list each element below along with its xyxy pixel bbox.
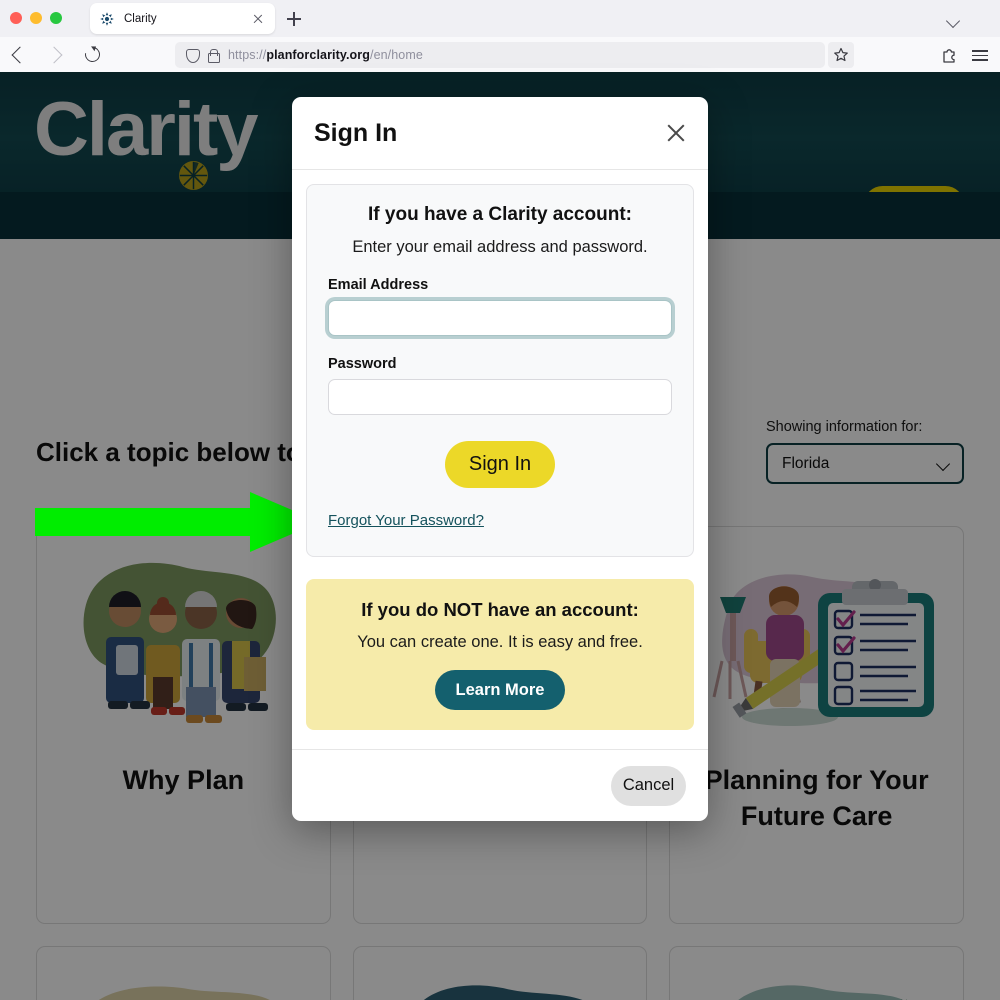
close-icon[interactable] — [662, 119, 690, 147]
url-text: https://planforclarity.org/en/home — [228, 48, 423, 62]
lock-icon[interactable] — [207, 47, 220, 63]
extensions-icon[interactable] — [938, 44, 960, 66]
existing-account-section: If you have a Clarity account: Enter you… — [306, 184, 694, 557]
new-tab-plus-icon[interactable] — [283, 8, 305, 30]
url-domain: planforclarity.org — [266, 48, 370, 62]
password-field-label: Password — [328, 356, 397, 372]
window-controls — [10, 12, 62, 24]
close-window-button[interactable] — [10, 12, 22, 24]
tab-close-icon[interactable] — [250, 11, 266, 27]
no-account-subtext: You can create one. It is easy and free. — [357, 633, 643, 651]
browser-window: Clarity https://planforclarity.org/en/ho… — [0, 0, 1000, 1000]
modal-header: Sign In — [292, 97, 708, 170]
maximize-window-button[interactable] — [50, 12, 62, 24]
url-scheme: https:// — [228, 48, 267, 62]
existing-account-heading: If you have a Clarity account: — [368, 204, 632, 225]
site-favicon — [99, 11, 115, 27]
password-field[interactable] — [328, 379, 672, 415]
modal-footer: Cancel — [292, 749, 708, 821]
shield-icon[interactable] — [185, 47, 200, 63]
learn-more-button[interactable]: Learn More — [435, 670, 565, 710]
browser-tab-title: Clarity — [124, 12, 157, 25]
sign-in-modal: Sign In If you have a Clarity account: E… — [292, 97, 708, 821]
email-field[interactable] — [328, 300, 672, 336]
hamburger-menu-icon[interactable] — [969, 44, 991, 66]
browser-titlebar: Clarity — [0, 0, 1000, 37]
tab-list-chevron-icon[interactable] — [944, 10, 964, 30]
no-account-heading: If you do NOT have an account: — [361, 599, 639, 620]
forward-arrow-icon — [42, 40, 72, 70]
minimize-window-button[interactable] — [30, 12, 42, 24]
forgot-your-password-link[interactable]: Forgot Your Password? — [328, 512, 484, 529]
modal-title: Sign In — [314, 118, 398, 147]
sign-in-submit-button[interactable]: Sign In — [445, 441, 555, 488]
star-icon[interactable] — [828, 42, 854, 68]
email-field-label: Email Address — [328, 277, 429, 293]
back-arrow-icon[interactable] — [6, 40, 36, 70]
reload-icon[interactable] — [78, 40, 108, 70]
existing-account-subtext: Enter your email address and password. — [352, 238, 648, 256]
url-bar[interactable]: https://planforclarity.org/en/home — [175, 42, 825, 68]
annotation-arrow-icon — [35, 492, 320, 552]
modal-body: If you have a Clarity account: Enter you… — [292, 170, 708, 749]
browser-tab[interactable]: Clarity — [90, 3, 275, 34]
no-account-section: If you do NOT have an account: You can c… — [306, 579, 694, 730]
url-path: /en/home — [370, 48, 423, 62]
cancel-button[interactable]: Cancel — [611, 765, 686, 806]
